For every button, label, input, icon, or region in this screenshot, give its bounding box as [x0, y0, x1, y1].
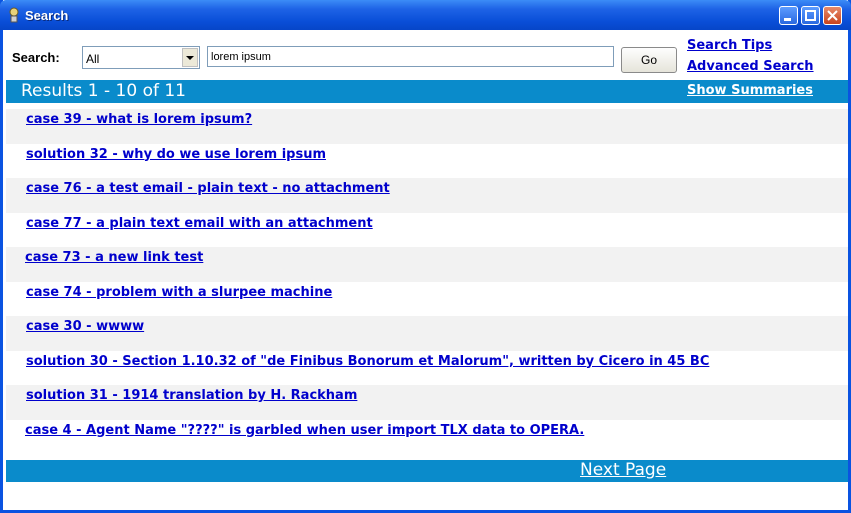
search-scope-value: All: [86, 52, 100, 66]
list-item: case 74 - problem with a slurpee machine: [6, 282, 848, 317]
results-header-bar: Results 1 - 10 of 11 Show Summaries: [6, 80, 848, 103]
list-item: case 39 - what is lorem ipsum?: [6, 109, 848, 144]
chevron-down-icon: [186, 56, 194, 60]
result-link[interactable]: case 4 - Agent Name "????" is garbled wh…: [25, 423, 584, 438]
result-link[interactable]: case 74 - problem with a slurpee machine: [26, 285, 332, 300]
results-count: Results 1 - 10 of 11: [21, 81, 187, 101]
result-link[interactable]: solution 31 - 1914 translation by H. Rac…: [26, 388, 357, 403]
show-summaries-link[interactable]: Show Summaries: [687, 83, 813, 98]
result-link[interactable]: solution 30 - Section 1.10.32 of "de Fin…: [26, 354, 709, 369]
result-link[interactable]: case 73 - a new link test: [25, 250, 203, 265]
list-item: case 30 - wwww: [6, 316, 848, 351]
results-list: case 39 - what is lorem ipsum? solution …: [6, 109, 848, 454]
search-tips-link[interactable]: Search Tips: [687, 38, 772, 53]
list-item: solution 30 - Section 1.10.32 of "de Fin…: [6, 351, 848, 386]
list-item: case 4 - Agent Name "????" is garbled wh…: [6, 420, 848, 455]
search-window: Search Search: All Go Search Tips Advanc…: [0, 0, 851, 513]
title-bar[interactable]: Search: [0, 0, 851, 30]
minimize-button[interactable]: [779, 6, 798, 25]
result-link[interactable]: case 39 - what is lorem ipsum?: [26, 112, 252, 127]
maximize-icon: [805, 10, 816, 21]
search-scope-select[interactable]: All: [82, 46, 200, 69]
result-link[interactable]: solution 32 - why do we use lorem ipsum: [26, 147, 326, 162]
go-button[interactable]: Go: [621, 47, 677, 73]
list-item: solution 31 - 1914 translation by H. Rac…: [6, 385, 848, 420]
list-item: case 77 - a plain text email with an att…: [6, 213, 848, 248]
minimize-icon: [784, 18, 791, 21]
pagination-bar: Next Page: [6, 460, 848, 482]
result-link[interactable]: case 76 - a test email - plain text - no…: [26, 181, 390, 196]
next-page-link[interactable]: Next Page: [580, 460, 666, 480]
maximize-button[interactable]: [801, 6, 820, 25]
app-icon: [9, 7, 19, 23]
advanced-search-link[interactable]: Advanced Search: [687, 59, 814, 74]
list-item: case 73 - a new link test: [6, 247, 848, 282]
result-link[interactable]: case 30 - wwww: [26, 319, 144, 334]
close-button[interactable]: [823, 6, 842, 25]
search-label: Search:: [12, 50, 60, 65]
list-item: case 76 - a test email - plain text - no…: [6, 178, 848, 213]
result-link[interactable]: case 77 - a plain text email with an att…: [26, 216, 373, 231]
window-title: Search: [25, 8, 69, 23]
list-item: solution 32 - why do we use lorem ipsum: [6, 144, 848, 179]
search-input[interactable]: [207, 46, 614, 67]
close-icon: [827, 10, 838, 21]
dropdown-arrow-button[interactable]: [182, 48, 198, 67]
